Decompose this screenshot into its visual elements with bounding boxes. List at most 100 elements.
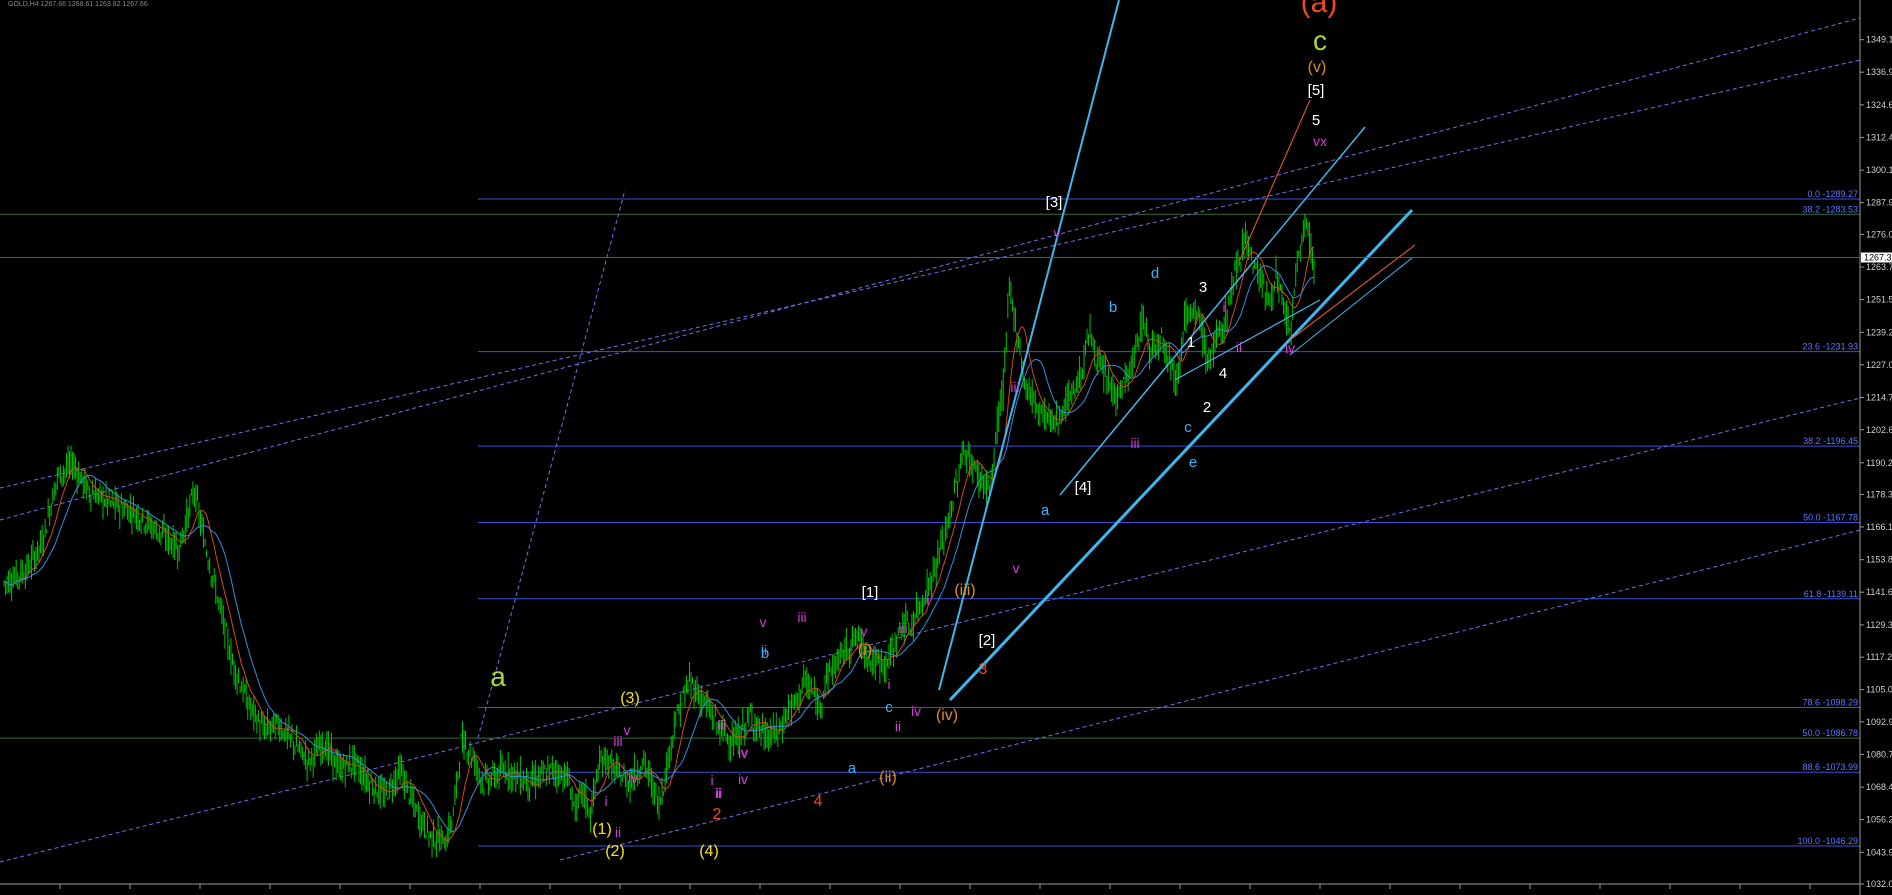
wave-label: v [624, 722, 631, 738]
wave-label: b [1109, 299, 1117, 316]
wave-label: iii [613, 733, 622, 749]
channel-dashed-line [0, 59, 1861, 489]
price-tick-label: 1178.3 [1866, 489, 1892, 499]
wave-label: d [1151, 265, 1159, 282]
trend-channels [0, 17, 1861, 863]
price-tick-label: 1276.0 [1866, 229, 1892, 239]
price-tick-label: 1312.4 [1866, 132, 1892, 142]
price-tick-label: 1032.0 [1866, 879, 1892, 889]
trendline-solid [1059, 126, 1366, 496]
price-tick-label: 1056.2 [1866, 815, 1892, 825]
wave-label: iv [628, 770, 638, 786]
fib-level-label: 100.0 -1046.29 [1797, 836, 1858, 846]
price-tick-label: 1214.7 [1866, 393, 1892, 403]
wave-label: (a) [1301, 0, 1338, 19]
wave-label: iv [911, 703, 921, 719]
channel-dashed-line [0, 17, 1861, 521]
wave-label: (ii) [879, 769, 897, 786]
fib-level-label: 38.2 -1283.53 [1802, 204, 1858, 214]
price-tick-label: 1263.7 [1866, 262, 1892, 272]
fib-level-label: 50.0 -1167.78 [1803, 512, 1858, 522]
chart-header-caption: GOLD,H4 1267.66 1268.61 1263.82 1267.66 [8, 1, 148, 8]
price-tick-label: 1080.7 [1866, 749, 1892, 759]
moving-averages [3, 246, 1315, 842]
wave-label: i [926, 592, 929, 608]
wave-label: v [1013, 560, 1020, 576]
wave-label: iv [738, 744, 748, 760]
price-tick-label: 1349.1 [1866, 35, 1892, 45]
price-chart: 0.0 -1289.2738.2 -1283.5323.6 -1231.9338… [0, 0, 1892, 895]
price-tick-label: 1153.8 [1866, 555, 1892, 565]
fib-level-label: 88.6 -1073.99 [1802, 762, 1858, 772]
moving-average-slow [3, 265, 1315, 833]
current-price-label: 1267.3 [1864, 252, 1892, 262]
fibonacci-retracement: 0.0 -1289.2738.2 -1283.5323.6 -1231.9338… [0, 189, 1860, 847]
wave-label: i [604, 793, 607, 809]
wave-label: 1 [1187, 334, 1195, 351]
price-tick-label: 1068.4 [1866, 782, 1892, 792]
wave-label: (iii) [954, 582, 975, 599]
wave-label: b [761, 645, 769, 662]
price-tick-label: 1239.2 [1866, 327, 1892, 337]
wave-label: ii [1236, 339, 1242, 355]
trendline-solid [948, 208, 1414, 702]
channel-dashed-line [559, 529, 1861, 861]
wave-label: a [848, 760, 857, 777]
price-tick-label: 1251.5 [1866, 295, 1892, 305]
wave-label: 2 [1203, 399, 1211, 416]
fib-level-label: 50.0 -1086.78 [1802, 728, 1858, 738]
wave-label: ii [615, 824, 621, 840]
wave-label: v [861, 623, 868, 639]
price-axis: 1349.1 1336.9 1324.6 1312.4 1300.1 1287.9 1276… [0, 0, 1892, 895]
elliott-wave-labels: (a)c(v)[5]5vx[3]viiidb3i1 ii iv42iiice[4]a… [490, 0, 1337, 860]
price-tick-label: 1166.1 [1866, 522, 1892, 532]
price-tick-label: 1336.9 [1866, 67, 1892, 77]
wave-label: iii [1130, 435, 1139, 451]
wave-label: (i) [858, 642, 872, 659]
wave-label: a [1041, 502, 1050, 519]
wave-label: 2 [713, 806, 722, 823]
wave-label: (4) [699, 843, 719, 860]
price-tick-label: 1105.0 [1866, 685, 1892, 695]
wave-label: 4 [814, 793, 823, 810]
wave-label: iii [797, 609, 806, 625]
wave-label: c [885, 699, 893, 716]
wave-label: iii [717, 717, 726, 733]
wave-label: 4 [1219, 365, 1227, 382]
wave-label: i [887, 676, 890, 692]
price-tick-label: 1190.2 [1866, 458, 1892, 468]
price-tick-label: 1324.6 [1866, 100, 1892, 110]
wave-label: (1) [592, 821, 612, 838]
wave-label: (iv) [936, 707, 958, 724]
price-tick-label: 1287.9 [1866, 198, 1892, 208]
wave-label: [2] [979, 632, 996, 649]
channel-dashed-line [477, 189, 626, 739]
moving-average-fast [3, 246, 1315, 842]
wave-label: iv [738, 771, 748, 787]
wave-label: (3) [620, 690, 640, 707]
wave-label: e [1189, 454, 1197, 471]
price-tick-label: 1141.6 [1866, 587, 1892, 597]
fib-level-label: 0.0 -1289.27 [1807, 189, 1858, 199]
price-tick-label: 1227.0 [1866, 360, 1892, 370]
price-tick-label: 1117.2 [1866, 652, 1892, 662]
wave-label: 5 [1312, 112, 1320, 129]
wave-label: c [1313, 25, 1327, 56]
wave-label: ii [716, 785, 722, 801]
fib-level-label: 38.2 -1196.45 [1803, 436, 1858, 446]
wave-label: [5] [1308, 82, 1325, 99]
wave-label: v [1054, 225, 1061, 241]
fib-level-label: 61.8 -1139.11 [1804, 589, 1858, 599]
wave-label: [3] [1046, 194, 1063, 211]
wave-label: 3 [979, 661, 988, 678]
wave-label: 3 [1199, 279, 1207, 296]
wave-label: iv [1285, 340, 1295, 356]
wave-label: c [1184, 419, 1192, 436]
wave-label: (v) [1308, 59, 1327, 76]
price-tick-label: 1202.6 [1866, 425, 1892, 435]
wave-label: i [1222, 299, 1225, 315]
price-tick-label: 1092.9 [1866, 717, 1892, 727]
price-tick-label: 1300.1 [1866, 165, 1892, 175]
trendlines [938, 0, 1416, 702]
channel-dashed-line [0, 397, 1861, 863]
